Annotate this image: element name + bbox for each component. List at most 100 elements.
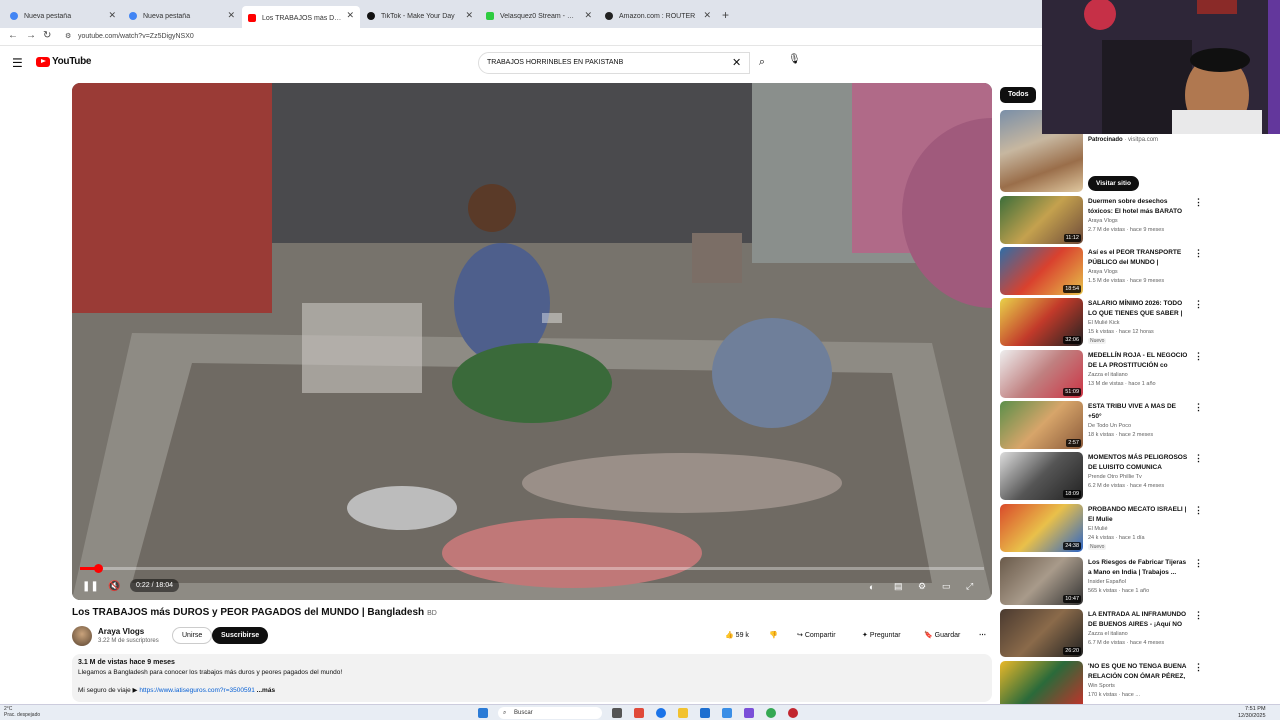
edge-browser-icon[interactable]: [656, 708, 666, 718]
new-tab-button[interactable]: +: [722, 8, 729, 22]
close-icon[interactable]: ✕: [703, 10, 711, 21]
video-title[interactable]: SALARIO MÍNIMO 2026: TODO LO QUE TIENES …: [1088, 299, 1188, 319]
recommended-video[interactable]: 51:09 MEDELLÍN ROJA - EL NEGOCIO DE LA PR…: [1000, 350, 1203, 398]
forward-icon[interactable]: →: [26, 30, 36, 41]
more-options-icon[interactable]: ⋮: [1194, 248, 1203, 259]
search-button[interactable]: ⌕: [750, 52, 774, 74]
close-icon[interactable]: ✕: [108, 10, 116, 21]
video-thumbnail[interactable]: [1000, 661, 1083, 709]
more-options-icon[interactable]: ⋮: [1194, 662, 1203, 673]
video-title[interactable]: 'NO ES QUE NO TENGA BUENA RELACIÓN CON Ó…: [1088, 662, 1188, 682]
browser-tab[interactable]: Nueva pestaña ✕: [4, 6, 122, 26]
video-progress-bar[interactable]: [80, 564, 984, 573]
more-options-icon[interactable]: ⋮: [1194, 197, 1203, 208]
video-title[interactable]: LA ENTRADA AL INFRAMUNDO DE BUENOS AIRES…: [1088, 610, 1188, 630]
back-icon[interactable]: ←: [8, 30, 18, 41]
more-options-icon[interactable]: ⋮: [1194, 558, 1203, 569]
autoplay-toggle-icon[interactable]: ◐: [869, 582, 874, 592]
video-thumbnail[interactable]: 2:57: [1000, 401, 1083, 449]
filter-chip-all[interactable]: Todos: [1000, 87, 1037, 103]
store-icon[interactable]: [700, 708, 710, 718]
browser-tab[interactable]: Nueva pestaña ✕: [123, 6, 241, 26]
hamburger-menu-icon[interactable]: ☰: [12, 56, 23, 70]
task-view-icon[interactable]: [612, 708, 622, 718]
recommended-video[interactable]: 11:12 Duermen sobre desechos tóxicos: El …: [1000, 196, 1203, 244]
discord-icon[interactable]: [744, 708, 754, 718]
video-scrubber-handle[interactable]: [94, 564, 104, 573]
weather-widget[interactable]: 2°C Prac. despejado: [4, 706, 40, 718]
app-icon[interactable]: [634, 708, 644, 718]
save-button[interactable]: 🔖 Guardar: [917, 627, 967, 644]
show-more-button[interactable]: ...más: [257, 687, 275, 694]
pause-icon[interactable]: ❚❚: [82, 581, 99, 592]
browser-tab[interactable]: Velasquez0 Stream - Watch Liv ✕: [480, 6, 598, 26]
system-clock[interactable]: 7:51 PM 12/30/2025: [1238, 706, 1266, 720]
close-icon[interactable]: ✕: [346, 10, 354, 21]
search-input[interactable]: TRABAJOS HORRINBLES EN PAKISTANB: [478, 52, 750, 74]
visit-site-button[interactable]: Visitar sitio: [1088, 176, 1139, 191]
recommended-video[interactable]: 26:20 LA ENTRADA AL INFRAMUNDO DE BUENOS …: [1000, 609, 1203, 657]
windows-start-icon[interactable]: [478, 708, 488, 718]
miniplayer-icon[interactable]: ▭: [942, 581, 951, 592]
app-icon[interactable]: [788, 708, 798, 718]
volume-muted-icon[interactable]: 🔇: [108, 581, 120, 592]
dislike-button[interactable]: 👎: [762, 627, 785, 644]
subtitles-icon[interactable]: ▤: [894, 581, 903, 592]
fullscreen-icon[interactable]: ⤢: [966, 581, 973, 592]
recommended-video[interactable]: 'NO ES QUE NO TENGA BUENA RELACIÓN CON Ó…: [1000, 661, 1203, 709]
taskbar-search[interactable]: ⌕ Buscar: [498, 707, 602, 719]
more-options-icon[interactable]: ⋮: [1194, 402, 1203, 413]
clear-search-icon[interactable]: ✕: [732, 56, 741, 69]
video-thumbnail[interactable]: 18:09: [1000, 452, 1083, 500]
recommended-video[interactable]: 24:38 PROBANDO MECATO ISRAELI | El Mulie E…: [1000, 504, 1203, 552]
video-title[interactable]: Los Riesgos de Fabricar Tijeras a Mano e…: [1088, 558, 1188, 578]
channel-avatar[interactable]: [72, 626, 92, 646]
like-button[interactable]: 👍 59 k: [718, 627, 756, 644]
video-title[interactable]: MEDELLÍN ROJA - EL NEGOCIO DE LA PROSTIT…: [1088, 351, 1188, 371]
close-icon[interactable]: ✕: [227, 10, 235, 21]
video-thumbnail[interactable]: 11:12: [1000, 196, 1083, 244]
video-title[interactable]: ESTA TRIBU VIVE A MAS DE +50°: [1088, 402, 1188, 422]
video-thumbnail[interactable]: 10:47: [1000, 557, 1083, 605]
video-thumbnail[interactable]: 51:09: [1000, 350, 1083, 398]
more-options-icon[interactable]: ⋮: [1194, 505, 1203, 516]
join-button[interactable]: Unirse: [172, 627, 213, 644]
file-explorer-icon[interactable]: [678, 708, 688, 718]
video-title[interactable]: Así es el PEOR TRANSPORTE PÚBLICO del MU…: [1088, 248, 1188, 268]
settings-gear-icon[interactable]: ⚙: [918, 581, 926, 592]
more-actions-icon[interactable]: ⋯: [972, 627, 993, 644]
video-thumbnail[interactable]: 18:54: [1000, 247, 1083, 295]
reload-icon[interactable]: ↻: [43, 30, 51, 41]
video-title[interactable]: Duermen sobre desechos tóxicos: El hotel…: [1088, 197, 1188, 217]
app-icon[interactable]: [722, 708, 732, 718]
youtube-logo[interactable]: YouTube: [36, 56, 92, 67]
close-icon[interactable]: ✕: [465, 10, 473, 21]
subscribe-button[interactable]: Suscribirse: [212, 627, 269, 644]
more-options-icon[interactable]: ⋮: [1194, 610, 1203, 621]
url-field[interactable]: youtube.com/watch?v=Zz5DigyNSX0: [62, 30, 1042, 44]
microphone-icon[interactable]: 🎙: [788, 54, 801, 65]
video-title[interactable]: MOMENTOS MÁS PELIGROSOS DE LUISITO COMUN…: [1088, 453, 1188, 473]
recommended-video[interactable]: 10:47 Los Riesgos de Fabricar Tijeras a M…: [1000, 557, 1203, 605]
close-icon[interactable]: ✕: [584, 10, 592, 21]
insurance-link[interactable]: https://www.iatiseguros.com?r=3500591: [139, 687, 254, 694]
recommended-video[interactable]: 2:57 ESTA TRIBU VIVE A MAS DE +50° De Todo…: [1000, 401, 1203, 449]
video-title[interactable]: PROBANDO MECATO ISRAELI | El Mulie: [1088, 505, 1188, 525]
share-button[interactable]: ↪ Compartir: [790, 627, 843, 644]
chrome-icon[interactable]: [766, 708, 776, 718]
browser-tab[interactable]: TikTok - Make Your Day ✕: [361, 6, 479, 26]
recommended-video[interactable]: 18:09 MOMENTOS MÁS PELIGROSOS DE LUISITO …: [1000, 452, 1203, 500]
channel-name[interactable]: Araya Vlogs: [98, 627, 144, 636]
more-options-icon[interactable]: ⋮: [1194, 351, 1203, 362]
more-options-icon[interactable]: ⋮: [1194, 453, 1203, 464]
ask-button[interactable]: ✦ Preguntar: [855, 627, 908, 644]
browser-tab-active[interactable]: Los TRABAJOS más DUROS y P ✕: [242, 6, 360, 30]
video-thumbnail[interactable]: 24:38: [1000, 504, 1083, 552]
video-thumbnail[interactable]: 32:06: [1000, 298, 1083, 346]
recommended-video[interactable]: 32:06 SALARIO MÍNIMO 2026: TODO LO QUE TI…: [1000, 298, 1203, 346]
video-player[interactable]: ❚❚ 🔇 0:22 / 18:04 ◐ ▤ ⚙ ▭ ⤢: [72, 83, 992, 600]
browser-tab[interactable]: Amazon.com : ROUTER ✕: [599, 6, 717, 26]
more-options-icon[interactable]: ⋮: [1194, 299, 1203, 310]
recommended-video[interactable]: 18:54 Así es el PEOR TRANSPORTE PÚBLICO d…: [1000, 247, 1203, 295]
video-thumbnail[interactable]: 26:20: [1000, 609, 1083, 657]
